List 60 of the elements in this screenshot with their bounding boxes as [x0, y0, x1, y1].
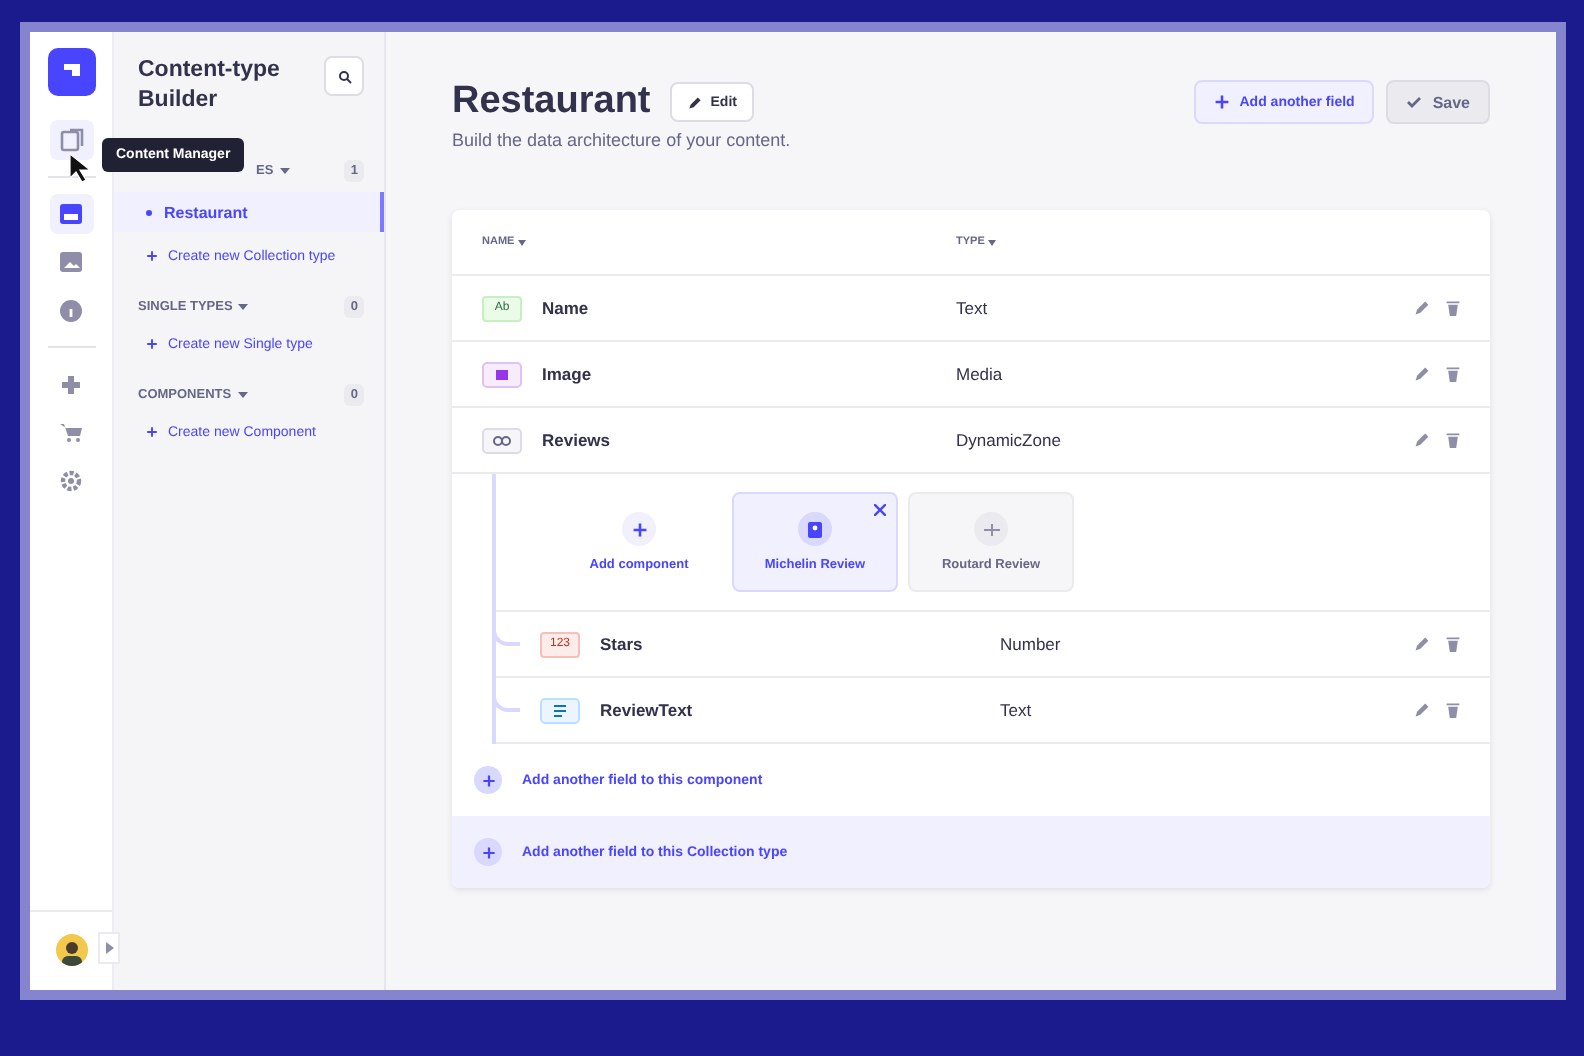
cart-icon[interactable]	[60, 422, 82, 442]
app-logo[interactable]	[47, 48, 95, 96]
search-icon	[337, 69, 351, 83]
field-name: Stars	[600, 634, 643, 654]
field-type: Text	[956, 298, 988, 318]
nav-button[interactable]	[49, 194, 93, 234]
plus-icon	[146, 250, 158, 262]
field-type: DynamicZone	[956, 430, 1061, 450]
nav-button[interactable]	[49, 120, 93, 160]
search-button[interactable]	[324, 56, 364, 96]
field-name: Image	[542, 364, 592, 384]
expand-button[interactable]	[98, 932, 120, 964]
plus-icon	[481, 773, 495, 787]
sidebar-title: Content-type Builder	[138, 56, 282, 116]
settings-icon[interactable]	[60, 469, 82, 491]
close-icon[interactable]	[874, 504, 886, 516]
puzzle-icon[interactable]	[60, 373, 82, 395]
trash-icon[interactable]	[1446, 300, 1460, 316]
trash-icon[interactable]	[1446, 432, 1460, 448]
field-name: Name	[542, 298, 589, 318]
info-icon[interactable]	[60, 299, 82, 321]
field-type: Number	[1000, 634, 1061, 654]
caret-icon	[279, 167, 290, 173]
component-icon	[808, 521, 822, 537]
check-icon	[1406, 96, 1423, 108]
plus-icon	[631, 521, 647, 537]
page-title: Restaurant	[452, 80, 651, 124]
sort-caret-icon	[518, 239, 527, 245]
content-manager-icon[interactable]	[59, 128, 83, 152]
plus-icon	[146, 426, 158, 438]
caret-icon	[237, 391, 248, 397]
avatar[interactable]	[55, 934, 87, 966]
field-name: ReviewText	[600, 700, 693, 720]
edit-icon[interactable]	[1414, 702, 1430, 718]
trash-icon[interactable]	[1446, 636, 1460, 652]
edit-icon[interactable]	[1414, 300, 1430, 316]
field-name: Reviews	[542, 430, 611, 450]
sidebar-item[interactable]: Restaurant	[114, 192, 384, 232]
caret-icon	[238, 303, 249, 309]
trash-icon[interactable]	[1446, 366, 1460, 382]
plus-icon	[146, 338, 158, 350]
dynamic-zone-icon	[482, 427, 522, 453]
image-icon[interactable]	[60, 252, 82, 272]
edit-icon[interactable]	[1414, 366, 1430, 382]
chevron-right-icon	[105, 942, 113, 954]
field-type: Text	[1000, 700, 1032, 720]
rich-text-icon	[540, 697, 580, 723]
page-subtitle: Build the data architecture of your content.	[452, 130, 791, 150]
plus-icon	[1213, 94, 1230, 110]
edit-icon[interactable]	[1414, 432, 1430, 448]
sort-caret-icon	[988, 239, 997, 245]
pencil-icon	[688, 95, 703, 109]
save-button[interactable]: Save	[1386, 80, 1490, 124]
field-type: Media	[956, 364, 1003, 384]
edit-icon[interactable]	[1414, 636, 1430, 652]
media-type-icon	[482, 361, 522, 387]
layout-icon[interactable]	[60, 204, 82, 224]
plus-icon	[481, 845, 495, 859]
cursor-icon	[70, 154, 92, 182]
trash-icon[interactable]	[1446, 702, 1460, 718]
